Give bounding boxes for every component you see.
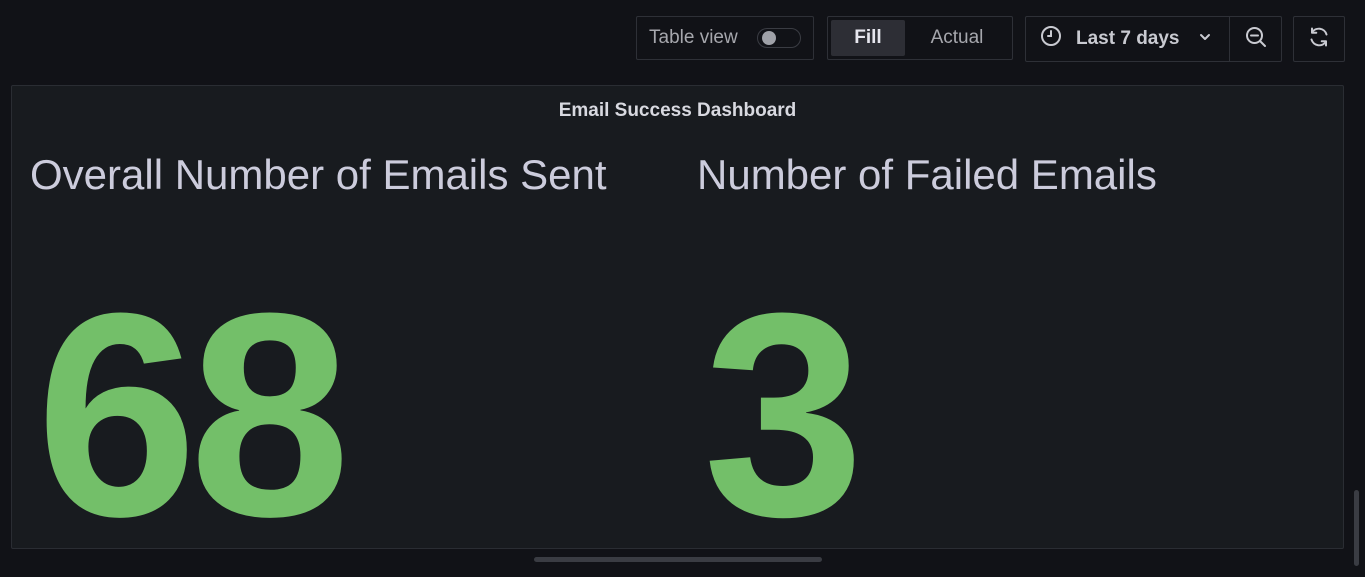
table-view-toggle[interactable]: Table view <box>636 16 814 60</box>
zoom-out-button[interactable] <box>1230 17 1281 61</box>
clock-icon <box>1040 25 1062 53</box>
zoom-out-icon <box>1244 25 1268 54</box>
stat-value: 68 <box>36 253 351 577</box>
vertical-scrollbar[interactable] <box>1354 490 1359 566</box>
time-range-picker: Last 7 days <box>1025 16 1282 62</box>
table-view-label: Table view <box>649 27 738 48</box>
chevron-down-icon <box>1198 28 1212 50</box>
horizontal-scrollbar[interactable] <box>534 557 822 562</box>
view-mode-selector: Fill Actual <box>827 16 1013 60</box>
actual-button[interactable]: Actual <box>905 20 1009 56</box>
table-view-switch[interactable] <box>757 28 801 48</box>
stat-failed-emails: Number of Failed Emails 3 <box>697 150 1157 560</box>
switch-knob <box>762 31 776 45</box>
stat-title: Overall Number of Emails Sent <box>30 151 607 198</box>
fill-button[interactable]: Fill <box>831 20 905 56</box>
time-range-button[interactable]: Last 7 days <box>1026 17 1230 61</box>
email-success-panel: Email Success Dashboard Overall Number o… <box>11 85 1344 560</box>
time-range-label: Last 7 days <box>1076 28 1180 49</box>
refresh-icon <box>1307 25 1331 54</box>
stat-emails-sent: Overall Number of Emails Sent 68 <box>30 150 607 560</box>
stat-value: 3 <box>703 253 864 577</box>
refresh-button[interactable] <box>1293 16 1345 62</box>
stat-title: Number of Failed Emails <box>697 151 1157 198</box>
dashboard-toolbar: Table view Fill Actual Last 7 days <box>0 16 1365 62</box>
panel-title[interactable]: Email Success Dashboard <box>12 100 1343 122</box>
